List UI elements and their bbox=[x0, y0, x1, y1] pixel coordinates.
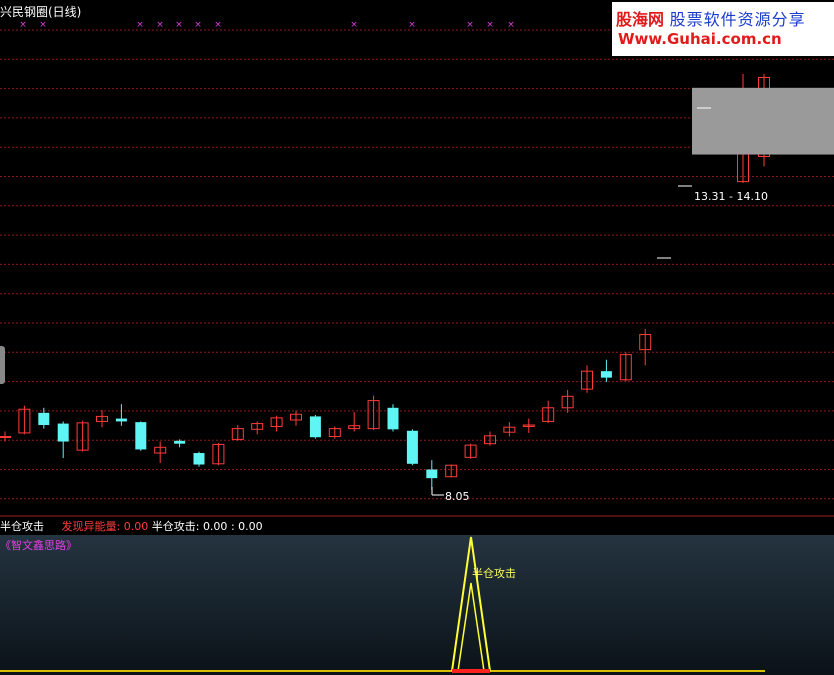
indicator-field2-label: 半仓攻击: bbox=[151, 520, 200, 533]
signal-cross: × bbox=[466, 20, 474, 30]
candle-body bbox=[57, 423, 69, 442]
price-range-box bbox=[692, 87, 834, 155]
signal-cross: × bbox=[507, 20, 515, 30]
candlesticks bbox=[0, 73, 770, 490]
candle-body bbox=[600, 371, 612, 378]
candle-body bbox=[174, 440, 186, 444]
candle-body bbox=[135, 422, 147, 450]
signal-cross: × bbox=[408, 20, 416, 30]
candle-body bbox=[115, 418, 127, 422]
indicator-background bbox=[0, 535, 834, 675]
candle-body bbox=[309, 416, 321, 438]
candle-body bbox=[193, 453, 205, 465]
candle-body bbox=[426, 469, 438, 479]
signal-cross: × bbox=[350, 20, 358, 30]
signal-cross: × bbox=[194, 20, 202, 30]
watermark-slogan: 股票软件资源分享 bbox=[669, 10, 806, 29]
candle-body bbox=[387, 407, 399, 430]
indicator-separator: : bbox=[230, 520, 235, 533]
indicator-field1-value: 0.00 bbox=[123, 520, 149, 533]
stock-title: 兴民钢圈(日线) bbox=[0, 5, 82, 19]
signal-cross: × bbox=[175, 20, 183, 30]
candle-body bbox=[38, 412, 50, 426]
watermark-brand: 股海网 bbox=[616, 10, 665, 29]
range-label: 13.31 - 14.10 bbox=[694, 190, 768, 203]
indicator-readout: 半仓攻击 发现异能量: 0.00 半仓攻击: 0.00 : 0.00 bbox=[0, 518, 263, 534]
author-watermark: 《智文鑫思路》 bbox=[0, 539, 77, 552]
signal-cross: × bbox=[136, 20, 144, 30]
indicator-panel bbox=[0, 535, 834, 675]
low-price-label: 8.05 bbox=[445, 490, 470, 503]
panel-handle[interactable] bbox=[0, 346, 5, 384]
site-watermark: 股海网 股票软件资源分享 Www.Guhai.com.cn bbox=[612, 2, 834, 56]
signal-cross: × bbox=[486, 20, 494, 30]
indicator-field2-value: 0.00 bbox=[202, 520, 228, 533]
candle-body bbox=[406, 430, 418, 464]
signal-cross: × bbox=[39, 20, 47, 30]
indicator-name: 半仓攻击 bbox=[0, 520, 44, 533]
signal-cross: × bbox=[214, 20, 222, 30]
indicator-field1-label: 发现异能量: bbox=[61, 520, 121, 533]
signal-label: 半仓攻击 bbox=[472, 567, 516, 580]
signal-marks: × × × × × × × × × × × × bbox=[19, 20, 711, 496]
signal-cross: × bbox=[156, 20, 164, 30]
signal-cross: × bbox=[19, 20, 27, 30]
watermark-url: Www.Guhai.com.cn bbox=[618, 30, 782, 48]
candle-body bbox=[0, 436, 11, 439]
indicator-spike-base bbox=[452, 669, 490, 673]
kline-chart[interactable]: × × × × × × × × × × × × bbox=[0, 0, 834, 675]
indicator-field3-value: 0.00 bbox=[238, 520, 263, 533]
stock-chart-window: × × × × × × × × × × × × 兴民钢圈(日线) 股海网 股票软件资源分享 Www.G… bbox=[0, 0, 834, 675]
